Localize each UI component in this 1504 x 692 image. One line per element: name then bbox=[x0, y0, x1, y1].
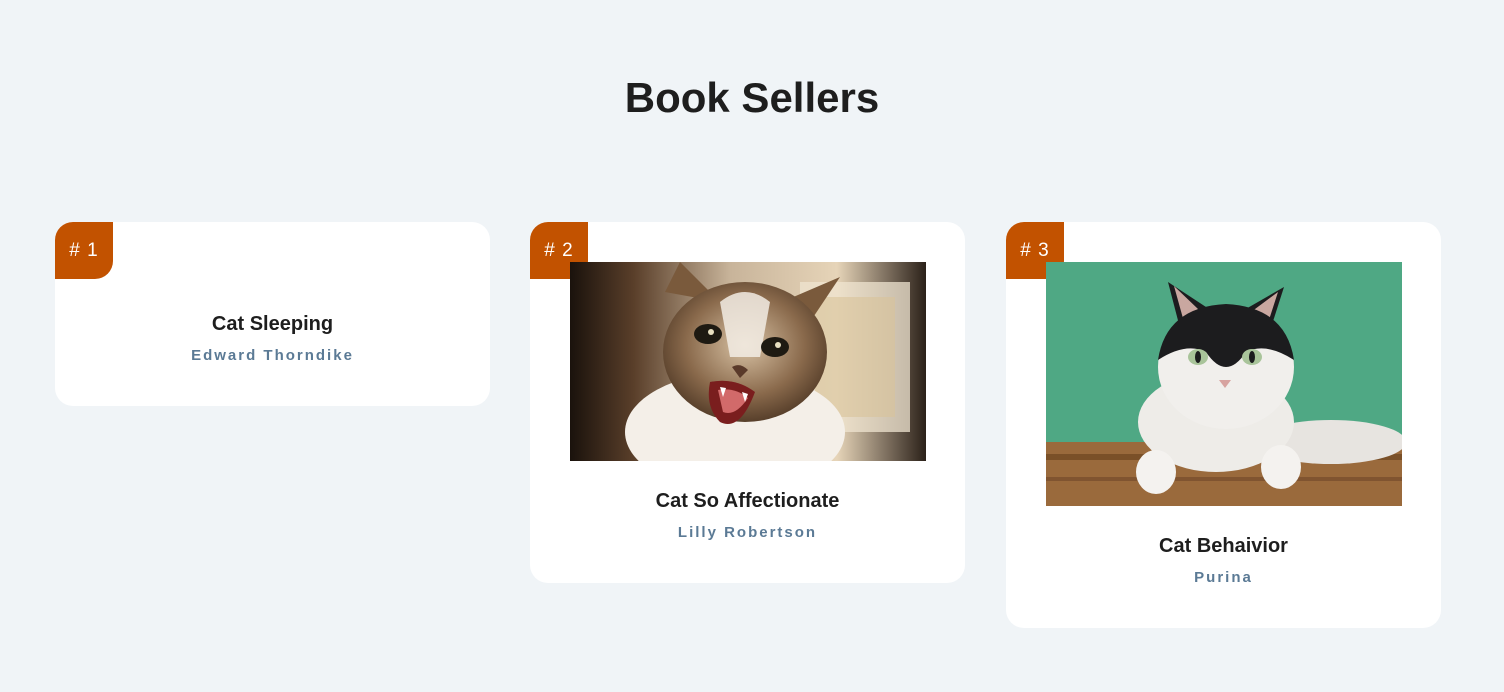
book-author: Purina bbox=[1194, 569, 1253, 586]
book-title[interactable]: Cat So Affectionate bbox=[530, 489, 965, 513]
rank-badge: # 1 bbox=[55, 222, 113, 279]
black-white-cat-photo bbox=[1046, 262, 1402, 506]
book-card[interactable]: # 3 Cat Behaivior Purina bbox=[1006, 222, 1441, 628]
book-title[interactable]: Cat Behaivior bbox=[1006, 534, 1441, 558]
book-author: Edward Thorndike bbox=[191, 347, 354, 364]
book-card[interactable]: # 1 Cat Sleeping Edward Thorndike bbox=[55, 222, 490, 406]
book-author: Lilly Robertson bbox=[677, 524, 818, 541]
book-cover-image[interactable] bbox=[570, 262, 926, 461]
book-card[interactable]: # 2 Cat So Affectionate Lilly Robertson bbox=[530, 222, 965, 583]
book-title[interactable]: Cat Sleeping bbox=[55, 312, 490, 336]
book-cover-image[interactable] bbox=[1046, 262, 1402, 506]
page-title: Book Sellers bbox=[624, 74, 880, 121]
meowing-tabby-cat-photo bbox=[570, 262, 926, 461]
